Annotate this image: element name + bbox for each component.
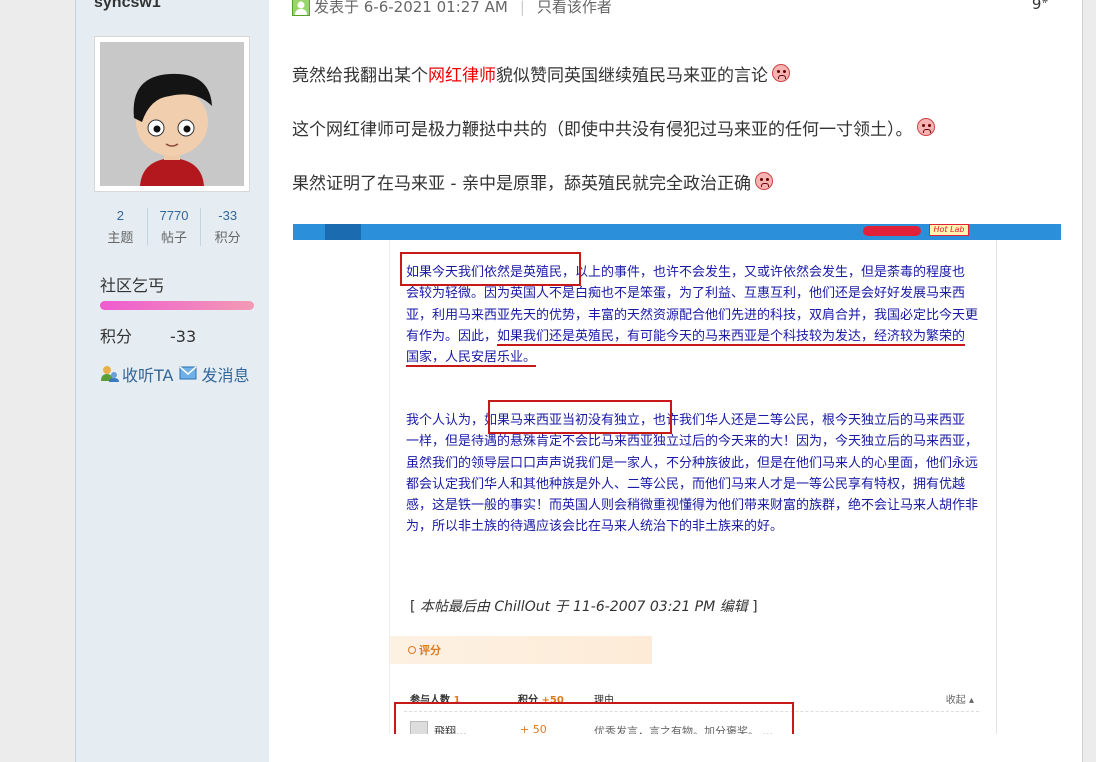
post-time: 发表于 6-6-2021 01:27 AM [314,0,508,16]
red-highlight-box [400,252,581,286]
edit-note-text: 本帖最后由 ChillOut 于 11-6-2007 03:21 PM 编辑 [419,599,748,615]
sad-face-icon [754,172,773,190]
message-link[interactable]: 发消息 [201,362,249,386]
stat-posts[interactable]: 7770 帖子 [148,208,202,246]
p3-text: 果然证明了在马来亚 - 亲中是原罪，舔英殖民就完全政治正确 [292,174,751,194]
stat-value: 2 [116,208,124,223]
sad-face-icon [772,64,790,82]
screenshot-nav-tab [325,224,361,240]
rating-title-text: 评分 [419,644,441,657]
credit-label: 积分 [100,327,133,346]
meta-divider: | [519,0,525,16]
embedded-screenshot[interactable]: Hot Lab 如果今天我们依然是英殖民，以上的事件，也许不会发生，又或许依然会… [293,224,1061,734]
p1-text-b: 貌似赞同英国继续殖民马来亚的言论 [496,66,768,86]
credit-value: -33 [170,327,197,346]
screenshot-nav-badge [863,226,921,236]
edit-note-open: [ [410,599,420,615]
rating-header-arrow [638,636,652,664]
screenshot-hot-badge: Hot Lab [929,224,969,236]
screenshot-body: 如果今天我们依然是英殖民，以上的事件，也许不会发生，又或许依然会发生，但是荼毒的… [389,240,997,734]
stat-value: -33 [218,208,238,223]
edit-note-close: ] [747,599,758,615]
avatar[interactable] [94,36,250,192]
p2-text: 这个网红律师可是极力鞭挞中共的（即使中共没有侵犯过马来亚的任何一寸领土）。 [292,120,913,140]
credit-row: 积分 -33 [100,323,196,347]
red-highlight-box [394,702,794,734]
post-content: 发表于 6-6-2021 01:27 AM | 只看该作者 9# 竟然给我翻出某… [269,0,1082,762]
follow-icon[interactable] [100,365,120,383]
user-rank[interactable]: 社区乞丐 [100,272,164,296]
floor-sup: # [1041,0,1049,6]
quote-text: 我个人认为， [406,413,485,428]
stat-label: 主题 [107,231,134,246]
floor-number[interactable]: 9# [1032,0,1049,13]
sad-face-icon [916,118,935,136]
p1-text-a: 竟然给我翻出某个 [292,66,428,86]
author-username[interactable]: syncsw1 [94,0,161,12]
screenshot-nav-bar: Hot Lab [293,224,1061,240]
message-icon[interactable] [179,365,199,383]
post-paragraph-3: 果然证明了在马来亚 - 亲中是原罪，舔英殖民就完全政治正确 [292,171,773,197]
post-paragraph-1: 竟然给我翻出某个网红律师貌似赞同英国继续殖民马来亚的言论 [292,63,790,89]
stat-threads[interactable]: 2 主题 [94,208,148,246]
stat-label: 积分 [214,231,241,246]
rank-progress-bar [100,301,254,310]
rating-title: 评分 [408,642,441,658]
stat-label: 帖子 [161,231,188,246]
chevron-up-icon: ▴ [968,695,974,706]
p1-highlight: 网红律师 [428,66,496,86]
page: syncsw1 2 主题 7770 帖子 -33 积分 社区乞丐 积分 -33 … [0,0,1096,762]
avatar-image [100,42,244,186]
stat-credits[interactable]: -33 积分 [201,208,254,246]
post-meta: 发表于 6-6-2021 01:27 AM | 只看该作者 [292,0,612,17]
author-stats: 2 主题 7770 帖子 -33 积分 [94,208,254,246]
author-sidebar: syncsw1 2 主题 7770 帖子 -33 积分 社区乞丐 积分 -33 … [75,0,269,762]
right-gutter [1082,0,1096,762]
author-actions: 收听TA 发消息 [100,362,250,386]
left-gutter [0,0,75,762]
edit-note: [ 本帖最后由 ChillOut 于 11-6-2007 03:21 PM 编辑… [410,596,758,616]
online-status-icon [292,0,310,16]
red-highlight-box [488,400,672,434]
collapse-label: 收起 [945,695,966,706]
collapse-link[interactable]: 收起 ▴ [946,691,974,706]
follow-link[interactable]: 收听TA [122,362,173,386]
stat-value: 7770 [159,208,189,223]
post-paragraph-2: 这个网红律师可是极力鞭挞中共的（即使中共没有侵犯过马来亚的任何一寸领土）。 [292,117,935,143]
rating-icon [408,646,416,654]
author-only-link[interactable]: 只看该作者 [537,0,612,17]
